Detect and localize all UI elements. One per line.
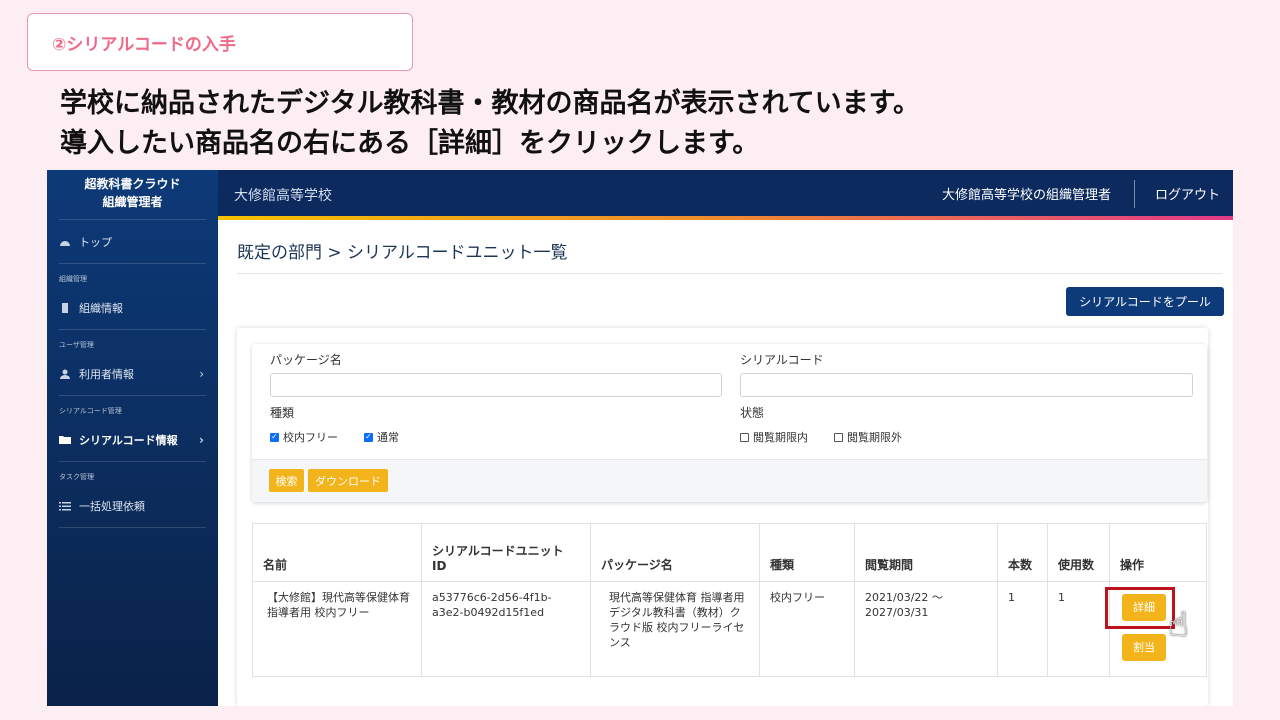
cell-package: 現代高等保健体育 指導者用デジタル教科書（教材）クラウド版 校内フリーライセンス (590, 581, 760, 677)
sidebar-item-users[interactable]: 利用者情報 › (59, 352, 206, 396)
column-header-count: 本数 (997, 523, 1048, 582)
cell-count: 1 (997, 581, 1048, 677)
filter-card: パッケージ名 シリアルコード 種類 ✓ 校内フリー ✓ 通常 状態 閲覧期限内 (252, 344, 1207, 502)
table-row: 【大修館】現代高等保健体育 指導者用 校内フリー a53776c6-2d56-4… (252, 581, 1207, 677)
school-name: 大修館高等学校 (234, 188, 332, 204)
breadcrumb: 既定の部門 > シリアルコードユニット一覧 (237, 243, 568, 263)
sidebar-item-label: トップ (79, 235, 112, 249)
divider (1134, 180, 1135, 208)
building-icon (59, 302, 71, 313)
pool-serial-code-button[interactable]: シリアルコードをプール (1066, 287, 1224, 316)
dashboard-icon (59, 237, 71, 247)
status-option-expired[interactable]: 閲覧期限外 (834, 429, 902, 445)
column-header-unit-id: シリアルコードユニット ID (421, 523, 591, 582)
checkbox-label: 校内フリー (283, 431, 338, 444)
type-label: 種類 (270, 406, 295, 420)
divider (237, 273, 1222, 274)
sidebar-section-serial: シリアルコード管理 (59, 407, 122, 415)
sidebar-item-batch-requests[interactable]: 一括処理依頼 (59, 484, 206, 528)
checkbox-unchecked[interactable] (740, 432, 749, 442)
app-window: 超教科書クラウド 組織管理者 トップ 組織管理 組織情報 ユーザ管理 利用者情報… (47, 170, 1233, 706)
cell-type: 校内フリー (759, 581, 855, 677)
checkbox-label: 通常 (377, 431, 399, 444)
type-option-normal[interactable]: ✓ 通常 (364, 429, 399, 445)
pointer-hand-icon: ☝ (1168, 605, 1189, 645)
serial-unit-table: 名前 シリアルコードユニット ID パッケージ名 種類 閲覧期間 本数 使用数 … (252, 523, 1207, 677)
checkbox-unchecked[interactable] (834, 432, 843, 442)
table-header-row: 名前 シリアルコードユニット ID パッケージ名 種類 閲覧期間 本数 使用数 … (252, 523, 1207, 582)
sidebar-item-serial-info[interactable]: シリアルコード情報 › (59, 418, 206, 462)
checkbox-label: 閲覧期限外 (847, 431, 902, 444)
sidebar: 超教科書クラウド 組織管理者 トップ 組織管理 組織情報 ユーザ管理 利用者情報… (47, 170, 218, 706)
cell-name: 【大修館】現代高等保健体育 指導者用 校内フリー (252, 581, 422, 677)
type-option-school-free[interactable]: ✓ 校内フリー (270, 429, 338, 445)
logout-link[interactable]: ログアウト (1155, 184, 1220, 203)
cell-used: 1 (1047, 581, 1110, 677)
filter-footer: 検索 ダウンロード (252, 459, 1207, 502)
sidebar-title: 超教科書クラウド 組織管理者 (59, 170, 206, 220)
top-bar: 大修館高等学校 大修館高等学校の組織管理者 ログアウト (218, 170, 1233, 220)
column-header-period: 閲覧期間 (854, 523, 998, 582)
checkbox-checked[interactable]: ✓ (364, 432, 373, 442)
detail-button[interactable]: 詳細 (1122, 594, 1166, 621)
sidebar-title-line1: 超教科書クラウド (84, 177, 181, 191)
sidebar-section-users: ユーザ管理 (59, 341, 94, 349)
serial-code-label: シリアルコード (740, 353, 824, 367)
folder-icon (59, 435, 71, 445)
sidebar-section-org: 組織管理 (59, 275, 87, 283)
chevron-right-icon: › (199, 366, 204, 381)
status-label: 状態 (740, 406, 765, 420)
list-icon (59, 501, 71, 511)
cell-actions: 詳細 割当 ☝ (1105, 581, 1207, 677)
step-badge: ②シリアルコードの入手 (27, 13, 413, 71)
sidebar-item-label: 一括処理依頼 (79, 499, 145, 513)
download-button[interactable]: ダウンロード (308, 469, 388, 492)
admin-name[interactable]: 大修館高等学校の組織管理者 (942, 184, 1111, 203)
sidebar-item-label: シリアルコード情報 (79, 433, 178, 447)
column-header-package: パッケージ名 (590, 523, 760, 582)
cell-period: 2021/03/22 ～ 2027/03/31 (854, 581, 998, 677)
status-option-within[interactable]: 閲覧期限内 (740, 429, 808, 445)
sidebar-item-label: 利用者情報 (79, 367, 134, 381)
chevron-right-icon: › (199, 432, 204, 447)
content-panel: パッケージ名 シリアルコード 種類 ✓ 校内フリー ✓ 通常 状態 閲覧期限内 (237, 328, 1208, 706)
cell-unit-id: a53776c6-2d56-4f1b-a3e2-b0492d15f1ed (421, 581, 591, 677)
column-header-used: 使用数 (1047, 523, 1110, 582)
sidebar-section-tasks: タスク管理 (59, 473, 94, 481)
package-name-label: パッケージ名 (270, 353, 342, 367)
sidebar-item-top[interactable]: トップ (59, 220, 206, 264)
checkbox-checked[interactable]: ✓ (270, 432, 279, 442)
filter-body: パッケージ名 シリアルコード 種類 ✓ 校内フリー ✓ 通常 状態 閲覧期限内 (252, 344, 1207, 459)
column-header-name: 名前 (252, 523, 422, 582)
column-header-actions: 操作 (1109, 523, 1207, 582)
user-icon (59, 369, 71, 379)
instructions: 学校に納品されたデジタル教科書・教材の商品名が表示されています。 導入したい商品… (60, 84, 920, 164)
checkbox-label: 閲覧期限内 (753, 431, 808, 444)
column-header-type: 種類 (759, 523, 855, 582)
package-name-input[interactable] (270, 373, 722, 397)
sidebar-title-line2: 組織管理者 (102, 195, 163, 209)
instruction-line-1: 学校に納品されたデジタル教科書・教材の商品名が表示されています。 (60, 88, 920, 119)
search-button[interactable]: 検索 (269, 469, 304, 492)
assign-button[interactable]: 割当 (1122, 634, 1166, 661)
serial-code-input[interactable] (740, 373, 1193, 397)
sidebar-item-label: 組織情報 (79, 301, 123, 315)
instruction-line-2: 導入したい商品名の右にある［詳細］をクリックします。 (60, 128, 760, 159)
sidebar-item-org-info[interactable]: 組織情報 (59, 286, 206, 330)
